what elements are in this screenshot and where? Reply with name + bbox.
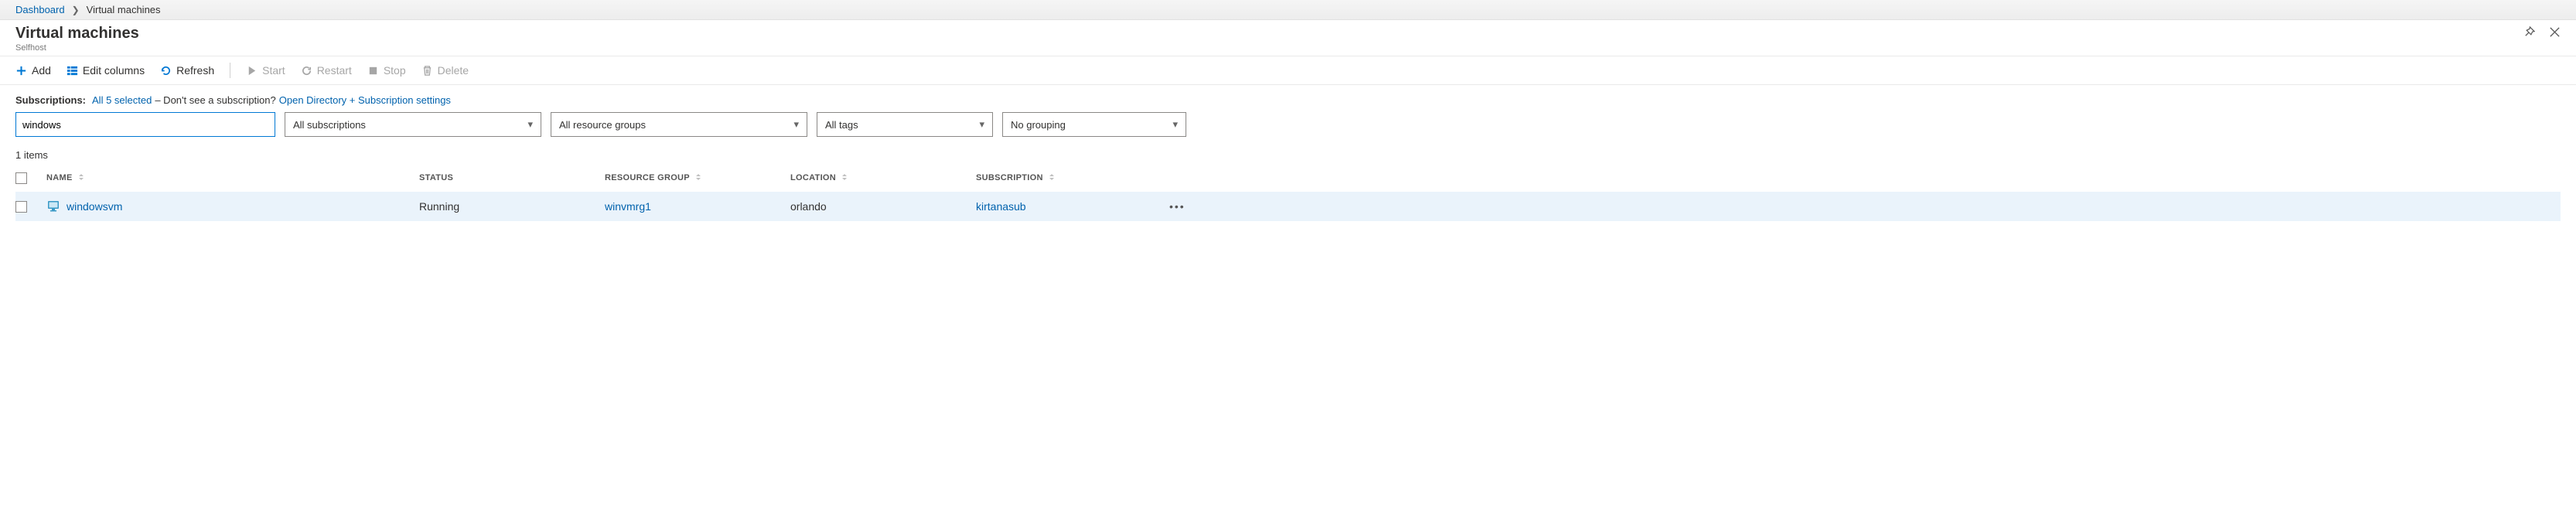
resource-group-select-value: All resource groups bbox=[559, 119, 646, 131]
subscription-select[interactable]: All subscriptions ▾ bbox=[285, 112, 541, 137]
restart-label: Restart bbox=[317, 64, 352, 77]
search-input[interactable] bbox=[15, 112, 275, 137]
stop-icon bbox=[367, 65, 379, 77]
page-title: Virtual machines bbox=[15, 25, 139, 43]
select-all-checkbox[interactable] bbox=[15, 172, 27, 184]
vm-table: NAME STATUS RESOURCE GROUP LOCATION SUBS… bbox=[0, 164, 2576, 237]
sort-icon bbox=[841, 173, 848, 183]
start-button[interactable]: Start bbox=[246, 64, 285, 77]
subscription-select-value: All subscriptions bbox=[293, 119, 366, 131]
play-icon bbox=[246, 65, 258, 77]
vm-location: orlando bbox=[790, 200, 976, 213]
restart-button[interactable]: Restart bbox=[301, 64, 352, 77]
vm-icon bbox=[46, 199, 60, 213]
edit-columns-label: Edit columns bbox=[83, 64, 145, 77]
stop-button[interactable]: Stop bbox=[367, 64, 406, 77]
breadcrumb: Dashboard ❯ Virtual machines bbox=[0, 0, 2576, 20]
col-subscription[interactable]: SUBSCRIPTION bbox=[976, 173, 1169, 183]
subscriptions-helper-text: – Don't see a subscription? bbox=[155, 94, 275, 106]
col-resource-group[interactable]: RESOURCE GROUP bbox=[605, 173, 790, 183]
vm-name-link[interactable]: windowsvm bbox=[67, 200, 122, 213]
chevron-down-icon: ▾ bbox=[979, 118, 984, 131]
page-subtitle: Selfhost bbox=[15, 43, 139, 53]
sort-icon bbox=[77, 173, 85, 183]
grouping-select[interactable]: No grouping ▾ bbox=[1002, 112, 1186, 137]
refresh-icon bbox=[160, 65, 172, 77]
refresh-label: Refresh bbox=[176, 64, 214, 77]
vm-status: Running bbox=[419, 200, 605, 213]
sort-icon bbox=[1048, 173, 1056, 183]
col-name[interactable]: NAME bbox=[46, 173, 419, 183]
table-row[interactable]: windowsvm Running winvmrg1 orlando kirta… bbox=[15, 192, 2561, 221]
subscriptions-line: Subscriptions: All 5 selected – Don't se… bbox=[0, 85, 2576, 112]
col-location[interactable]: LOCATION bbox=[790, 173, 976, 183]
subscriptions-label: Subscriptions: bbox=[15, 94, 86, 106]
item-count: 1 items bbox=[0, 145, 2576, 164]
filter-row: All subscriptions ▾ All resource groups … bbox=[0, 112, 2576, 145]
chevron-right-icon: ❯ bbox=[72, 5, 80, 15]
trash-icon bbox=[421, 65, 433, 77]
sort-icon bbox=[694, 173, 702, 183]
delete-button[interactable]: Delete bbox=[421, 64, 469, 77]
row-more-button[interactable]: ••• bbox=[1169, 200, 1200, 213]
row-checkbox[interactable] bbox=[15, 201, 27, 213]
tag-select-value: All tags bbox=[825, 119, 858, 131]
stop-label: Stop bbox=[384, 64, 406, 77]
refresh-button[interactable]: Refresh bbox=[160, 64, 214, 77]
add-label: Add bbox=[32, 64, 51, 77]
columns-icon bbox=[67, 65, 78, 77]
pin-icon[interactable] bbox=[2523, 26, 2535, 38]
subscriptions-selected-link[interactable]: All 5 selected bbox=[92, 94, 152, 106]
col-status[interactable]: STATUS bbox=[419, 173, 605, 182]
grouping-select-value: No grouping bbox=[1011, 119, 1066, 131]
breadcrumb-current: Virtual machines bbox=[87, 4, 161, 15]
chevron-down-icon: ▾ bbox=[793, 118, 799, 131]
directory-settings-link[interactable]: Open Directory + Subscription settings bbox=[279, 94, 451, 106]
chevron-down-icon: ▾ bbox=[527, 118, 533, 131]
chevron-down-icon: ▾ bbox=[1172, 118, 1178, 131]
edit-columns-button[interactable]: Edit columns bbox=[67, 64, 145, 77]
restart-icon bbox=[301, 65, 312, 77]
breadcrumb-root-link[interactable]: Dashboard bbox=[15, 4, 65, 15]
tag-select[interactable]: All tags ▾ bbox=[817, 112, 993, 137]
blade-header: Virtual machines Selfhost bbox=[0, 20, 2576, 56]
subscription-link[interactable]: kirtanasub bbox=[976, 200, 1026, 213]
toolbar: Add Edit columns Refresh Start Restart S… bbox=[0, 56, 2576, 85]
resource-group-select[interactable]: All resource groups ▾ bbox=[551, 112, 807, 137]
start-label: Start bbox=[262, 64, 285, 77]
resource-group-link[interactable]: winvmrg1 bbox=[605, 200, 651, 213]
plus-icon bbox=[15, 65, 27, 77]
table-header-row: NAME STATUS RESOURCE GROUP LOCATION SUBS… bbox=[15, 164, 2561, 192]
close-icon[interactable] bbox=[2549, 26, 2561, 38]
delete-label: Delete bbox=[438, 64, 469, 77]
add-button[interactable]: Add bbox=[15, 64, 51, 77]
